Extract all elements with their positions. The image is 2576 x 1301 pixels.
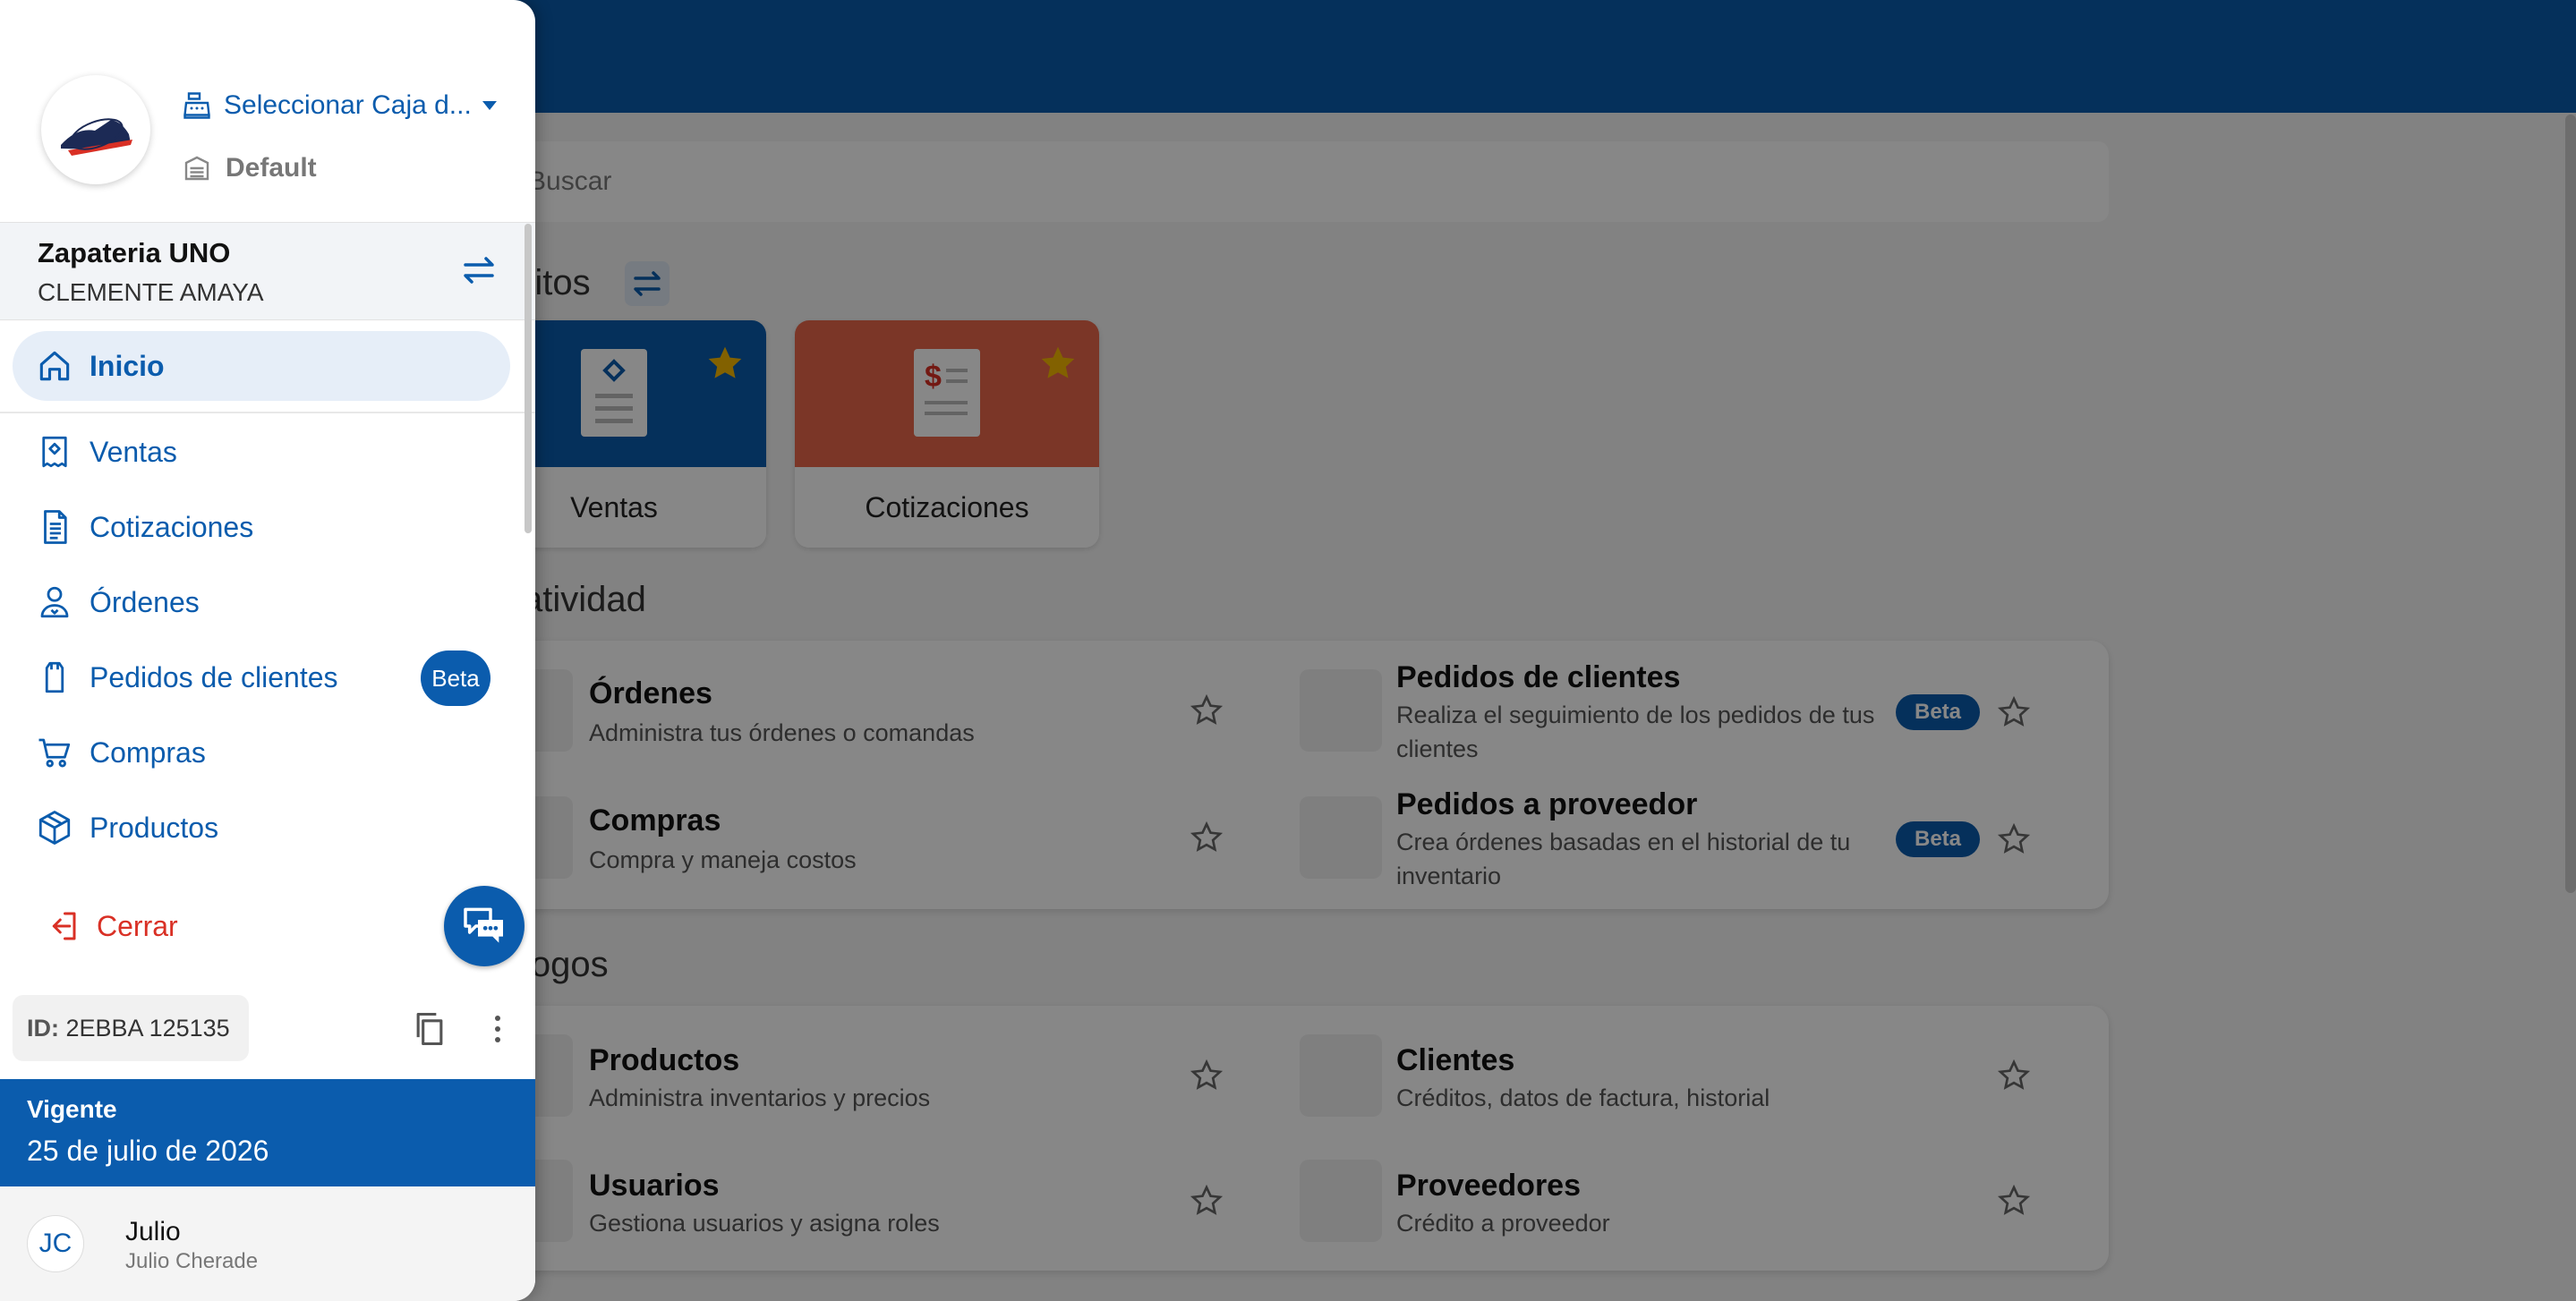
shopping-bag-icon xyxy=(45,661,64,693)
sidebar-item-ordenes[interactable]: Órdenes xyxy=(34,578,200,626)
sidebar-item-label: Inicio xyxy=(90,349,165,382)
sidebar-item-label: Cotizaciones xyxy=(90,510,254,543)
sidebar-item-label: Compras xyxy=(90,736,206,769)
warehouse-row: Default xyxy=(181,149,317,188)
logout-button[interactable]: Cerrar xyxy=(43,902,178,950)
home-icon xyxy=(39,351,70,381)
sidebar-item-productos[interactable]: Productos xyxy=(34,804,218,852)
more-vert-icon[interactable] xyxy=(487,1011,508,1047)
drawer-scrollbar[interactable] xyxy=(525,224,532,533)
business-user: CLEMENTE AMAYA xyxy=(38,278,264,306)
business-switcher[interactable]: Zapateria UNO CLEMENTE AMAYA xyxy=(0,222,535,320)
warehouse-icon xyxy=(184,156,209,181)
copy-icon[interactable] xyxy=(410,1009,449,1049)
account-id: ID: 2EBBA 125135 xyxy=(13,995,249,1061)
sidebar-item-label: Productos xyxy=(90,811,219,844)
cash-register-selector[interactable]: Seleccionar Caja d... xyxy=(181,86,499,125)
user-full-name: Julio Cherade xyxy=(125,1249,259,1273)
sidebar-item-pedidos-clientes[interactable]: Pedidos de clientes xyxy=(34,653,338,702)
divider xyxy=(0,412,535,413)
sidebar-item-compras[interactable]: Compras xyxy=(34,728,206,777)
cash-register-icon xyxy=(183,92,210,119)
logout-label: Cerrar xyxy=(97,909,178,942)
caret-down-icon xyxy=(482,101,497,110)
sidebar-item-label: Pedidos de clientes xyxy=(90,660,338,693)
sidebar-item-label: Ventas xyxy=(90,435,177,468)
sidebar-item-inicio[interactable]: Inicio xyxy=(34,342,165,390)
sidebar-item-label: Órdenes xyxy=(90,585,200,618)
business-name: Zapateria UNO xyxy=(38,237,231,268)
document-icon xyxy=(44,510,67,544)
user-profile[interactable]: JC Julio Julio Cherade xyxy=(0,1186,535,1301)
cart-icon xyxy=(38,738,71,768)
sidebar-item-ventas[interactable]: Ventas xyxy=(34,428,177,476)
cash-register-label: Seleccionar Caja d... xyxy=(224,90,472,120)
account-id-value: 2EBBA 125135 xyxy=(65,1015,230,1042)
sidebar-item-cotizaciones[interactable]: Cotizaciones xyxy=(34,503,253,551)
box-icon xyxy=(38,811,71,845)
warehouse-label: Default xyxy=(226,153,317,183)
business-logo xyxy=(41,75,150,184)
receipt-icon xyxy=(42,436,67,468)
avatar: JC xyxy=(27,1215,84,1272)
navigation-drawer: Seleccionar Caja d... Default Zapateria … xyxy=(0,0,535,1301)
logout-icon xyxy=(52,912,76,940)
beta-badge: Beta xyxy=(421,650,490,706)
status-date: 25 de julio de 2026 xyxy=(27,1135,269,1167)
account-id-label: ID: xyxy=(27,1015,59,1042)
swap-icon[interactable] xyxy=(458,250,499,291)
sneaker-logo-icon xyxy=(61,118,132,156)
subscription-status: Vigente 25 de julio de 2026 xyxy=(0,1079,535,1186)
chat-icon xyxy=(464,907,503,943)
status-label: Vigente xyxy=(27,1095,117,1123)
user-name: Julio xyxy=(125,1217,181,1246)
waiter-icon xyxy=(40,586,69,618)
chat-support-button[interactable] xyxy=(444,886,525,966)
